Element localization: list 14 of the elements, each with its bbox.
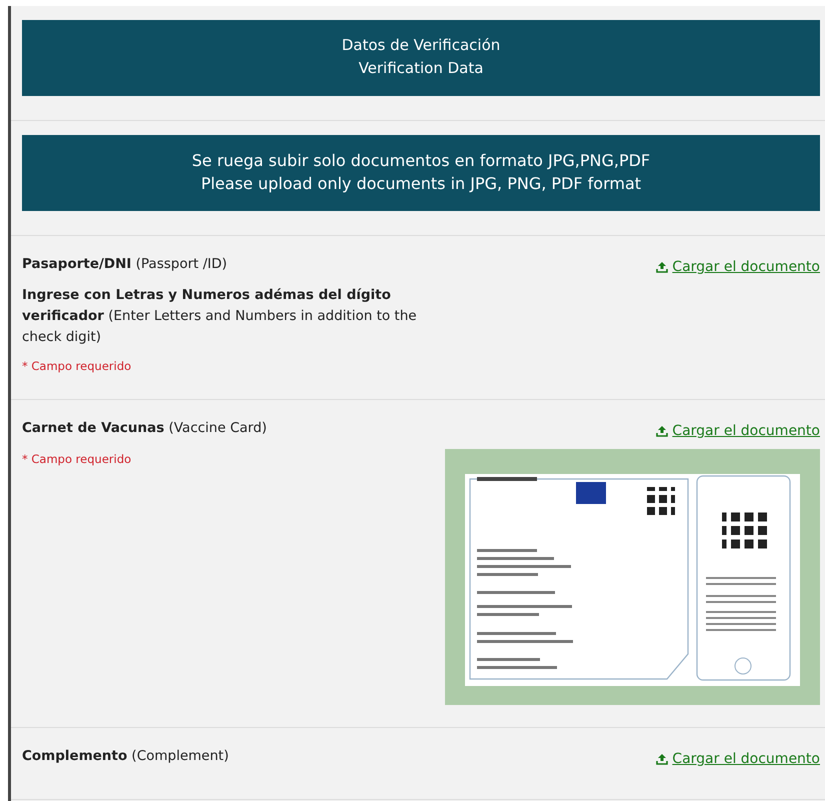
upload-link[interactable]: Cargar el documento (672, 259, 820, 275)
required-note: * Campo requerido (22, 451, 132, 468)
upload-icon (656, 753, 668, 765)
required-note: * Campo requerido (22, 358, 132, 375)
upload-icon (656, 425, 668, 437)
field-label: Carnet de Vacunas (Vaccine Card) (22, 419, 268, 438)
banner-heading: Datos de Verificación Verification Data (22, 20, 820, 96)
upload-link[interactable]: Cargar el documento (672, 423, 820, 439)
upload-icon (656, 261, 668, 273)
field-hint: Ingrese con Letras y Numeros adémas del dígito verificador (Enter Letters and Numbers in addition to the check digit) (22, 286, 418, 347)
upload-link[interactable]: Cargar el documento (672, 751, 820, 767)
field-label: Pasaporte/DNI (Passport /ID) (22, 255, 228, 274)
banner-heading: Se ruega subir solo documentos en formato JPG,PNG,PDF Please upload only documents in JPG, PNG, PDF format (22, 135, 820, 211)
field-label: Complemento (Complement) (22, 747, 230, 766)
